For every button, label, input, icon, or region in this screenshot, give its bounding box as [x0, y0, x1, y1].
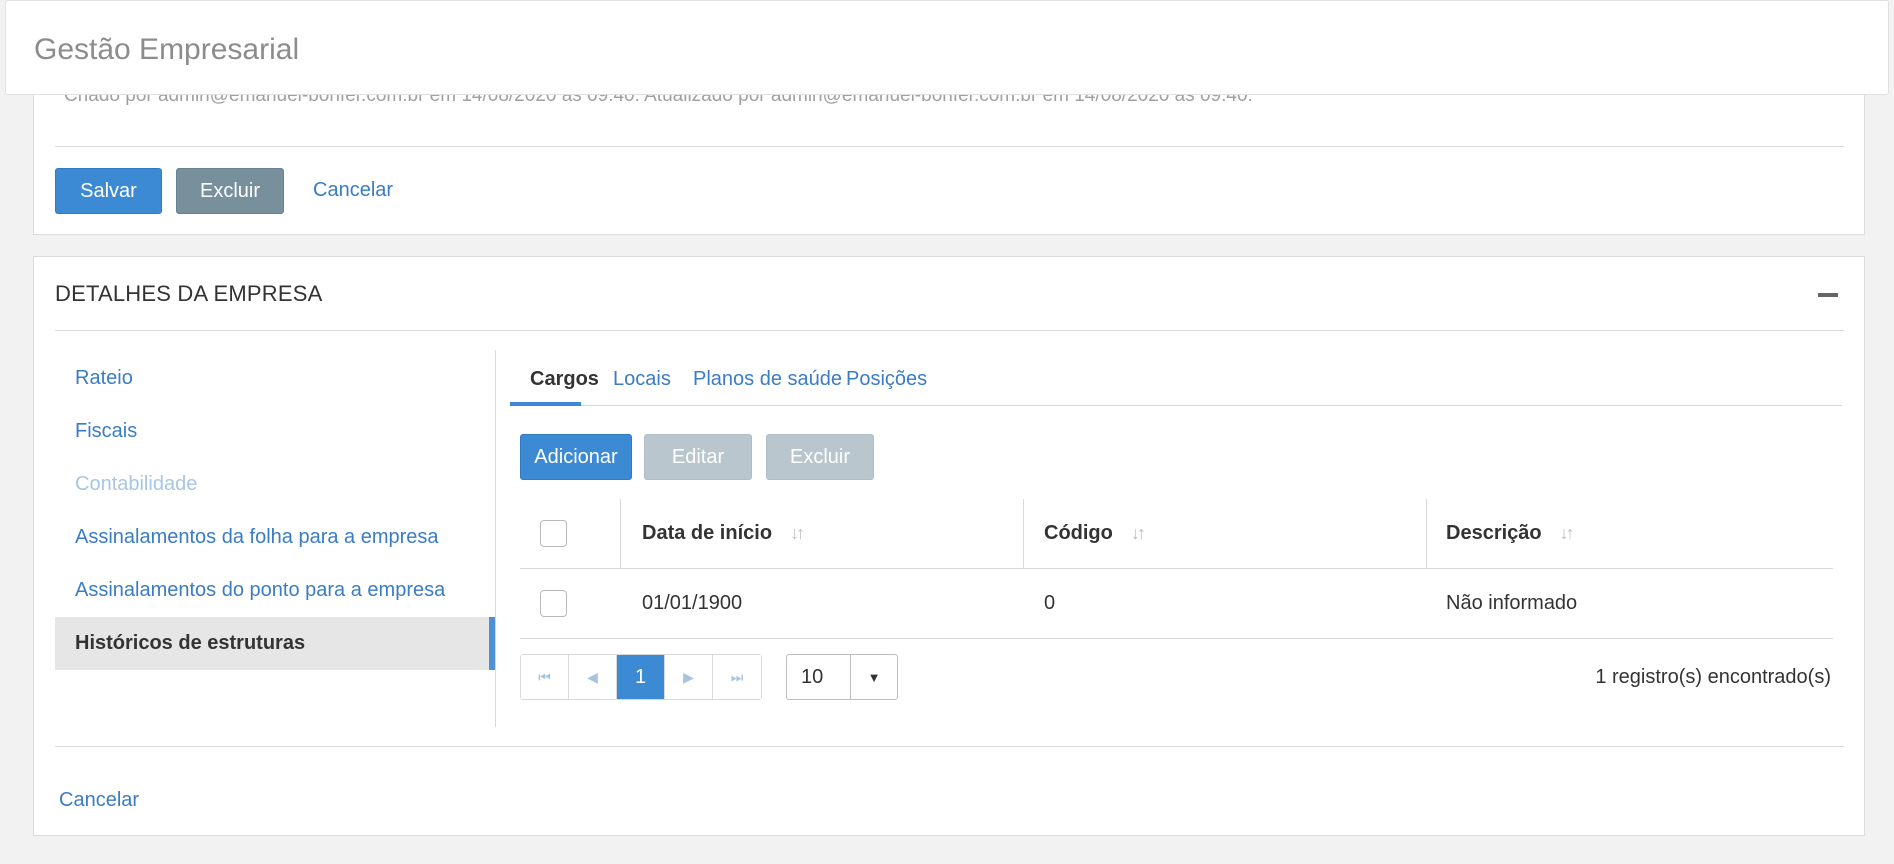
- select-all-checkbox[interactable]: [540, 520, 567, 547]
- sidenav-item-assinalamentos-folha[interactable]: Assinalamentos da folha para a empresa: [55, 511, 495, 564]
- cell-data-inicio: 01/01/1900: [642, 592, 743, 614]
- pagination: ⏮ ◀ 1 ▶ ⏭: [520, 654, 762, 700]
- first-page-icon[interactable]: ⏮: [521, 655, 569, 699]
- caret-down-icon[interactable]: ▼: [851, 655, 897, 699]
- save-button[interactable]: Salvar: [55, 168, 162, 214]
- page-number-current[interactable]: 1: [617, 655, 665, 699]
- record-count: 1 registro(s) encontrado(s): [1595, 665, 1831, 688]
- app-title: Gestão Empresarial: [34, 33, 300, 66]
- cell-codigo: 0: [1044, 592, 1056, 614]
- cell-descricao: Não informado: [1446, 592, 1578, 614]
- cancel-link[interactable]: Cancelar: [313, 179, 393, 202]
- sidenav-item-fiscais[interactable]: Fiscais: [55, 405, 495, 458]
- company-details-panel: DETALHES DA EMPRESA Rateio Fiscais Conta…: [33, 256, 1865, 836]
- next-page-icon[interactable]: ▶: [665, 655, 713, 699]
- column-label: Descrição: [1446, 522, 1542, 544]
- column-label: Código: [1044, 522, 1113, 544]
- column-header-codigo[interactable]: Código ↓↑: [1044, 499, 1146, 568]
- data-table: Data de início ↓↑ Código ↓↑ Descrição ↓↑…: [520, 499, 1833, 639]
- footer-cancel-link[interactable]: Cancelar: [59, 789, 139, 812]
- prev-page-icon[interactable]: ◀: [569, 655, 617, 699]
- divider: [495, 350, 496, 727]
- last-page-icon[interactable]: ⏭: [713, 655, 761, 699]
- page-size-select[interactable]: 10 ▼: [786, 654, 898, 700]
- panel-title: DETALHES DA EMPRESA: [55, 281, 323, 306]
- sort-icon[interactable]: ↓↑: [1560, 523, 1575, 544]
- collapse-icon[interactable]: [1818, 293, 1838, 297]
- column-divider: [620, 499, 621, 569]
- sort-icon[interactable]: ↓↑: [790, 523, 805, 544]
- row-checkbox[interactable]: [540, 590, 567, 617]
- table-header: Data de início ↓↑ Código ↓↑ Descrição ↓↑: [520, 499, 1833, 569]
- tab-locais[interactable]: Locais: [613, 352, 671, 406]
- divider: [55, 746, 1844, 747]
- tab-posicoes[interactable]: Posições: [846, 352, 927, 406]
- active-tab-indicator: [510, 402, 581, 406]
- tab-bar: Cargos Locais Planos de saúde Posições: [510, 352, 1842, 406]
- sidenav-item-historicos[interactable]: Históricos de estruturas: [55, 617, 495, 670]
- edit-button: Editar: [644, 434, 752, 480]
- column-label: Data de início: [642, 522, 773, 544]
- divider: [55, 146, 1844, 147]
- app-header: Gestão Empresarial: [5, 0, 1889, 95]
- table-row[interactable]: 01/01/1900 0 Não informado: [520, 569, 1833, 639]
- column-header-descricao[interactable]: Descrição ↓↑: [1446, 499, 1575, 568]
- select-all-cell: [540, 499, 567, 568]
- tab-planos-de-saude[interactable]: Planos de saúde: [693, 352, 842, 406]
- side-navigation: Rateio Fiscais Contabilidade Assinalamen…: [55, 352, 495, 670]
- page-size-value: 10: [787, 655, 851, 699]
- sidenav-item-assinalamentos-ponto[interactable]: Assinalamentos do ponto para a empresa: [55, 564, 495, 617]
- delete-button[interactable]: Excluir: [176, 168, 284, 214]
- sidenav-item-contabilidade: Contabilidade: [75, 473, 198, 495]
- delete-row-button: Excluir: [766, 434, 874, 480]
- column-divider: [1426, 499, 1427, 569]
- sidenav-item-rateio[interactable]: Rateio: [55, 352, 495, 405]
- column-header-data-inicio[interactable]: Data de início ↓↑: [642, 499, 805, 568]
- column-divider: [1023, 499, 1024, 569]
- row-select-cell: [540, 569, 567, 638]
- tab-cargos[interactable]: Cargos: [530, 352, 599, 406]
- divider: [55, 330, 1844, 331]
- add-button[interactable]: Adicionar: [520, 434, 632, 480]
- sort-icon[interactable]: ↓↑: [1131, 523, 1146, 544]
